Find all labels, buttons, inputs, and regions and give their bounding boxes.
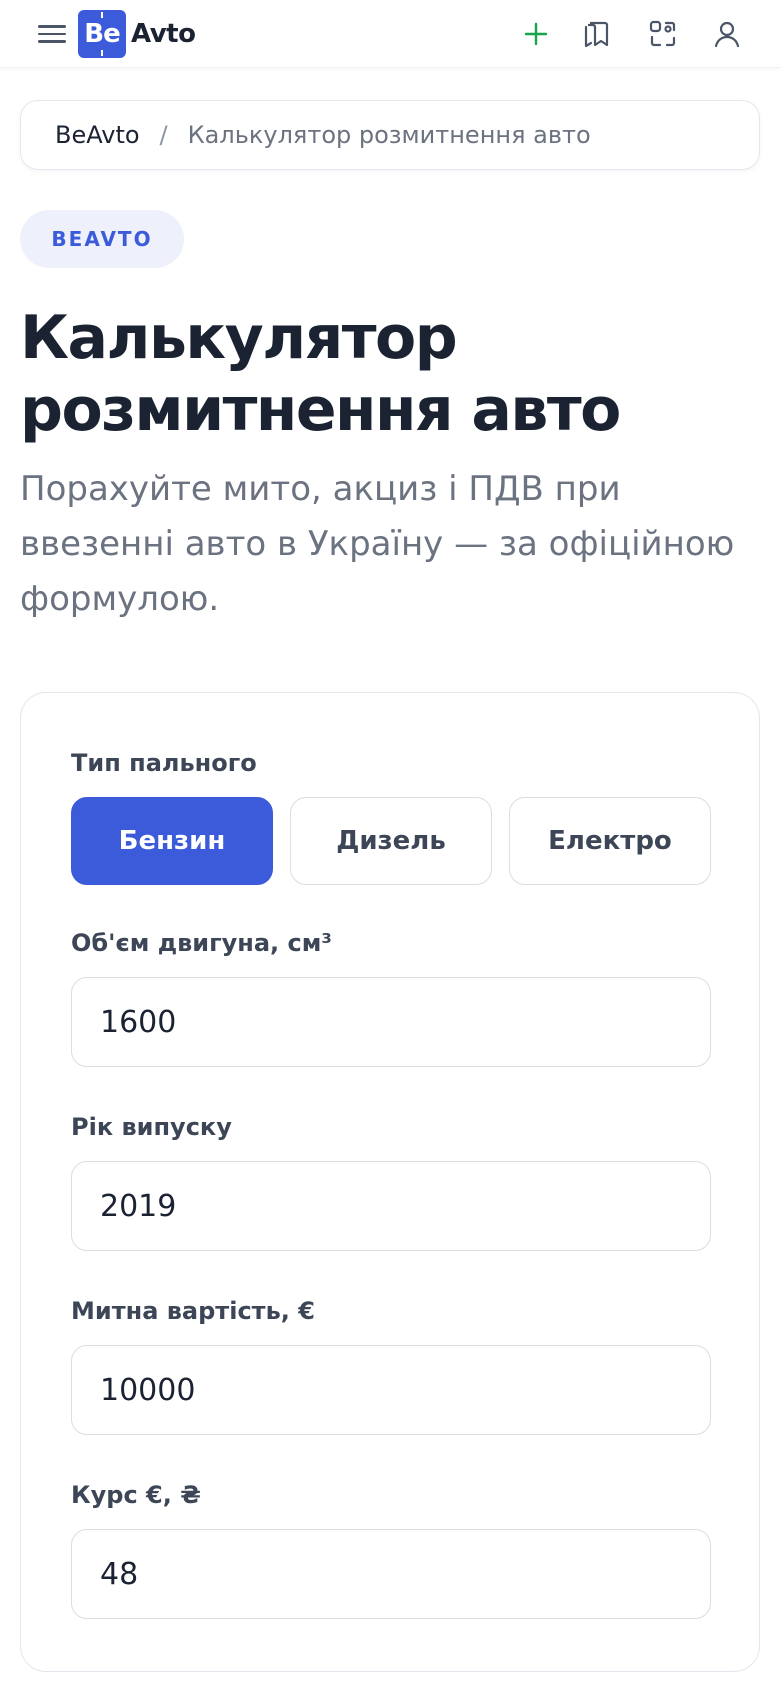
user-icon[interactable] bbox=[707, 14, 747, 54]
category-badge: BEAVTO bbox=[20, 210, 184, 268]
customs-value-label: Митна вартість, € bbox=[71, 1297, 315, 1325]
breadcrumb-home-link[interactable]: BeAvto bbox=[55, 121, 140, 149]
year-input[interactable] bbox=[71, 1161, 711, 1251]
exchange-rate-label: Курс €, ₴ bbox=[71, 1481, 201, 1509]
breadcrumb: BeAvto / Калькулятор розмитнення авто bbox=[20, 100, 760, 170]
top-nav-bar: Be Avto bbox=[0, 0, 780, 68]
bookmarks-icon[interactable] bbox=[577, 14, 617, 54]
fuel-type-selector: Бензин Дизель Електро bbox=[71, 797, 711, 885]
engine-volume-input[interactable] bbox=[71, 977, 711, 1067]
menu-icon[interactable] bbox=[38, 20, 68, 48]
exchange-rate-input[interactable] bbox=[71, 1529, 711, 1619]
page-title: Калькулятор розмитнення авто bbox=[20, 303, 621, 445]
logo-text: Avto bbox=[131, 19, 196, 49]
fuel-electric-button[interactable]: Електро bbox=[509, 797, 711, 885]
fuel-diesel-button[interactable]: Дизель bbox=[290, 797, 492, 885]
breadcrumb-separator: / bbox=[159, 121, 168, 149]
year-label: Рік випуску bbox=[71, 1113, 232, 1141]
fuel-petrol-button[interactable]: Бензин bbox=[71, 797, 273, 885]
breadcrumb-current: Калькулятор розмитнення авто bbox=[187, 121, 591, 149]
logo[interactable]: Be Avto bbox=[78, 10, 196, 58]
plus-icon[interactable] bbox=[516, 14, 556, 54]
engine-volume-label: Об'єм двигуна, см³ bbox=[71, 929, 332, 957]
logo-mark: Be bbox=[78, 10, 126, 58]
calculator-form: Тип пального Бензин Дизель Електро Об'єм… bbox=[20, 692, 760, 1672]
fuel-type-label: Тип пального bbox=[71, 749, 257, 777]
customs-value-input[interactable] bbox=[71, 1345, 711, 1435]
page-subtitle: Порахуйте мито, акциз і ПДВ при ввезенні… bbox=[20, 469, 735, 619]
scan-icon[interactable] bbox=[643, 14, 683, 54]
